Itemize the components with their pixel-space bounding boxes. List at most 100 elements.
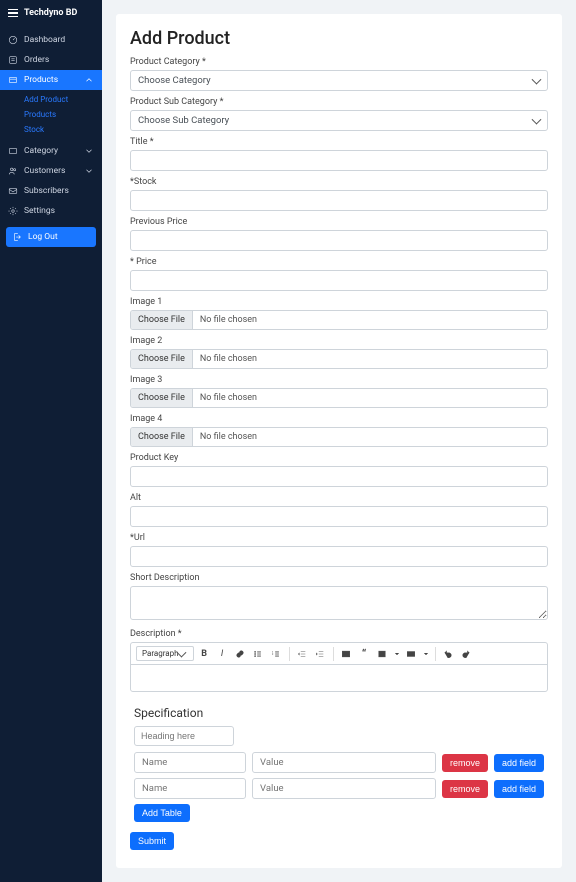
svg-text:2: 2: [272, 652, 274, 655]
sidebar-item-products[interactable]: Products: [0, 70, 102, 90]
table-icon[interactable]: [375, 646, 390, 661]
redo-icon[interactable]: [459, 646, 474, 661]
settings-icon: [8, 206, 18, 216]
chevron-down-icon[interactable]: [393, 646, 401, 661]
title-input[interactable]: [130, 150, 548, 171]
form-card: Add Product Product Category * Choose Ca…: [116, 14, 562, 868]
prev-price-input[interactable]: [130, 230, 548, 251]
image3-file-input[interactable]: Choose File No file chosen: [130, 388, 548, 408]
alt-input[interactable]: [130, 506, 548, 527]
label-description: Description *: [130, 629, 548, 639]
logout-button[interactable]: Log Out: [6, 227, 96, 247]
nav: Dashboard Orders Products Add Product Pr…: [0, 26, 102, 257]
choose-file-button[interactable]: Choose File: [131, 428, 193, 446]
subcategory-select[interactable]: Choose Sub Category: [130, 110, 548, 131]
label-image1: Image 1: [130, 297, 548, 307]
editor-body[interactable]: [131, 665, 547, 691]
submenu-stock[interactable]: Stock: [0, 122, 102, 137]
indent-icon[interactable]: [313, 646, 328, 661]
chevron-down-icon: [84, 146, 94, 156]
menu-toggle-icon[interactable]: [8, 9, 18, 18]
remove-button[interactable]: remove: [442, 780, 488, 798]
submenu-add-product[interactable]: Add Product: [0, 92, 102, 107]
url-input[interactable]: [130, 546, 548, 567]
category-select[interactable]: Choose Category: [130, 70, 548, 91]
editor-toolbar: Paragraph B I 12 “: [131, 643, 547, 665]
label-title: Title *: [130, 137, 548, 147]
products-submenu: Add Product Products Stock: [0, 90, 102, 141]
label-category: Product Category *: [130, 57, 548, 67]
chevron-up-icon: [84, 75, 94, 85]
products-icon: [8, 75, 18, 85]
spec-heading-input[interactable]: [134, 726, 234, 746]
label-url: *Url: [130, 533, 548, 543]
sidebar-item-label: Customers: [24, 166, 65, 176]
customers-icon: [8, 166, 18, 176]
sidebar-item-label: Products: [24, 75, 58, 85]
label-image4: Image 4: [130, 414, 548, 424]
stock-input[interactable]: [130, 190, 548, 211]
format-select[interactable]: Paragraph: [142, 649, 179, 658]
image1-file-input[interactable]: Choose File No file chosen: [130, 310, 548, 330]
sidebar-item-label: Settings: [24, 206, 55, 216]
spec-name-input[interactable]: [134, 752, 246, 773]
price-input[interactable]: [130, 270, 548, 291]
sidebar-item-label: Dashboard: [24, 35, 65, 45]
label-alt: Alt: [130, 493, 548, 503]
file-status-text: No file chosen: [193, 311, 264, 329]
label-subcategory: Product Sub Category *: [130, 97, 548, 107]
outdent-icon[interactable]: [295, 646, 310, 661]
label-image2: Image 2: [130, 336, 548, 346]
chevron-down-icon: [84, 166, 94, 176]
sidebar-item-dashboard[interactable]: Dashboard: [0, 30, 102, 50]
sidebar-item-orders[interactable]: Orders: [0, 50, 102, 70]
add-table-button[interactable]: Add Table: [134, 804, 190, 822]
rich-editor: Paragraph B I 12 “: [130, 642, 548, 692]
add-field-button[interactable]: add field: [494, 754, 544, 772]
image-icon[interactable]: [339, 646, 354, 661]
label-image3: Image 3: [130, 375, 548, 385]
choose-file-button[interactable]: Choose File: [131, 311, 193, 329]
label-short-desc: Short Description: [130, 573, 548, 583]
image4-file-input[interactable]: Choose File No file chosen: [130, 427, 548, 447]
sidebar-item-subscribers[interactable]: Subscribers: [0, 181, 102, 201]
sidebar-item-label: Orders: [24, 55, 49, 65]
choose-file-button[interactable]: Choose File: [131, 389, 193, 407]
file-status-text: No file chosen: [193, 350, 264, 368]
submenu-products[interactable]: Products: [0, 107, 102, 122]
sidebar-item-label: Subscribers: [24, 186, 69, 196]
spec-title: Specification: [134, 706, 544, 720]
sidebar-header: Techdyno BD: [0, 0, 102, 26]
spec-name-input[interactable]: [134, 778, 246, 799]
remove-button[interactable]: remove: [442, 754, 488, 772]
sidebar-item-label: Category: [24, 146, 58, 156]
media-icon[interactable]: [404, 646, 419, 661]
page-title: Add Product: [130, 28, 548, 49]
label-prev-price: Previous Price: [130, 217, 548, 227]
orders-icon: [8, 55, 18, 65]
add-field-button[interactable]: add field: [494, 780, 544, 798]
sidebar-item-category[interactable]: Category: [0, 141, 102, 161]
submit-button[interactable]: Submit: [130, 832, 174, 850]
product-key-input[interactable]: [130, 466, 548, 487]
sidebar-item-settings[interactable]: Settings: [0, 201, 102, 221]
spec-value-input[interactable]: [252, 778, 436, 799]
label-product-key: Product Key: [130, 453, 548, 463]
brand-name: Techdyno BD: [24, 8, 77, 18]
choose-file-button[interactable]: Choose File: [131, 350, 193, 368]
quote-icon[interactable]: “: [357, 646, 372, 661]
chevron-down-icon[interactable]: [422, 646, 430, 661]
italic-icon[interactable]: I: [215, 646, 230, 661]
link-icon[interactable]: [233, 646, 248, 661]
short-desc-textarea[interactable]: [130, 586, 548, 620]
spec-value-input[interactable]: [252, 752, 436, 773]
sidebar-item-customers[interactable]: Customers: [0, 161, 102, 181]
subscribers-icon: [8, 186, 18, 196]
undo-icon[interactable]: [441, 646, 456, 661]
image2-file-input[interactable]: Choose File No file chosen: [130, 349, 548, 369]
bullet-list-icon[interactable]: [251, 646, 266, 661]
bold-icon[interactable]: B: [197, 646, 212, 661]
file-status-text: No file chosen: [193, 389, 264, 407]
ordered-list-icon[interactable]: 12: [269, 646, 284, 661]
sidebar: Techdyno BD Dashboard Orders Products Ad…: [0, 0, 102, 882]
